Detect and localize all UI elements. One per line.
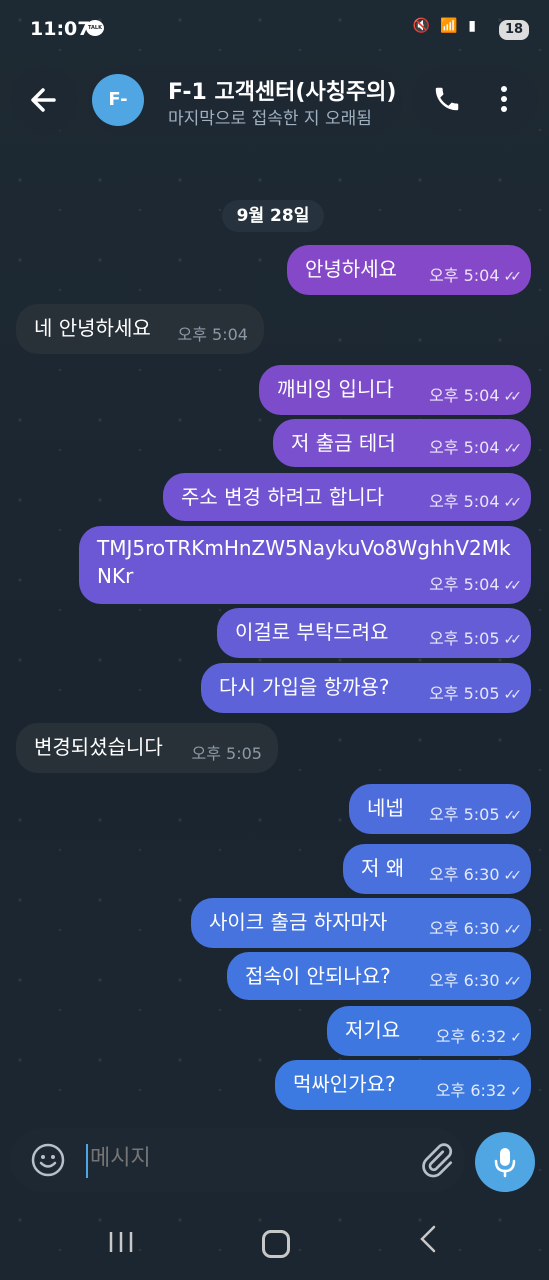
message-time: 오후 6:32 [435,1027,507,1046]
recent-apps-icon[interactable] [108,1230,134,1254]
message-meta: 오후 5:05 ✓✓ [429,625,523,649]
message-meta: 오후 5:04 ✓✓ [429,382,523,406]
paperclip-icon[interactable] [418,1142,454,1178]
message-text: 이걸로 부탁드려요 [235,620,389,644]
battery-icon: 18 [499,20,529,40]
microphone-button[interactable] [475,1132,535,1192]
kakaotalk-notification-icon: TALK [86,20,104,36]
message-meta: 오후 6:30 ✓✓ [429,967,523,991]
message-bubble[interactable]: 이걸로 부탁드려요 오후 5:05 ✓✓ [217,608,531,658]
message-text: 저 출금 테더 [291,431,396,455]
message-bubble[interactable]: 먹싸인가요? 오후 6:32 ✓ [275,1060,531,1110]
read-checks-icon: ✓✓ [503,269,523,285]
microphone-icon [494,1148,516,1178]
message-input[interactable] [90,1146,390,1171]
avatar: F- [92,74,144,126]
system-navigation-bar [0,1210,549,1280]
chat-last-seen: 마지막으로 접속한 지 오래됨 [168,109,372,129]
message-text: 먹싸인가요? [293,1072,396,1096]
message-text: 깨비잉 입니다 [277,377,394,401]
message-text: 저 왜 [361,856,405,880]
header-actions [412,66,538,134]
chat-title: F-1 고객센터(사칭주의) [168,80,397,105]
message-meta: 오후 6:30 ✓✓ [429,861,523,885]
message-composer [10,1128,465,1192]
message-bubble[interactable]: 네넵 오후 5:05 ✓✓ [349,784,531,834]
message-meta: 오후 5:05 ✓✓ [429,680,523,704]
read-checks-icon: ✓✓ [503,868,523,884]
message-meta: 오후 6:32 ✓ [435,1023,522,1047]
more-vertical-icon[interactable] [494,84,514,114]
message-time: 오후 5:04 [429,438,500,457]
message-text: 접속이 안되나요? [245,964,391,988]
read-checks-icon: ✓✓ [503,578,523,594]
message-bubble[interactable]: 저기요 오후 6:32 ✓ [327,1006,531,1056]
read-checks-icon: ✓✓ [503,687,523,703]
chat-info-button[interactable]: F- F-1 고객센터(사칭주의) 마지막으로 접속한 지 오래됨 [88,66,402,134]
message-bubble[interactable]: 접속이 안되나요? 오후 6:30 ✓✓ [227,952,531,1000]
read-checks-icon: ✓✓ [503,389,523,405]
message-meta: 오후 5:05 ✓✓ [429,801,523,825]
message-time: 오후 6:30 [429,919,500,938]
message-time: 오후 5:04 [429,386,500,405]
message-text: 사이크 출금 하자마자 [209,910,388,934]
message-time: 오후 5:05 [429,805,500,824]
status-icons: 🔇 📶 ▮ [413,18,480,34]
status-time: 11:07 [30,18,91,40]
message-meta: 오후 5:04 ✓✓ [429,262,523,286]
message-bubble[interactable]: 사이크 출금 하자마자 오후 6:30 ✓✓ [191,898,531,948]
message-time: 오후 5:05 [429,684,500,703]
back-button[interactable] [10,66,78,134]
read-check-icon: ✓ [510,1084,522,1100]
message-bubble[interactable]: 주소 변경 하려고 합니다 오후 5:04 ✓✓ [163,473,531,521]
message-time: 오후 5:04 [177,325,248,344]
message-text: 네넵 [367,796,404,820]
message-text: 변경되셨습니다 [34,735,163,759]
message-bubble[interactable]: 변경되셨습니다 오후 5:05 [16,723,278,773]
message-bubble[interactable]: 저 출금 테더 오후 5:04 ✓✓ [273,419,531,467]
message-time: 오후 5:04 [429,575,500,594]
message-bubble[interactable]: 저 왜 오후 6:30 ✓✓ [343,844,531,894]
message-text: 안녕하세요 [305,257,397,281]
read-checks-icon: ✓✓ [503,632,523,648]
message-bubble[interactable]: 안녕하세요 오후 5:04 ✓✓ [287,245,531,295]
message-text: 네 안녕하세요 [34,316,151,340]
message-meta: 오후 6:32 ✓ [435,1077,522,1101]
message-time: 오후 5:04 [429,266,500,285]
read-checks-icon: ✓✓ [503,974,523,990]
message-bubble[interactable]: 깨비잉 입니다 오후 5:04 ✓✓ [259,365,531,415]
text-caret [86,1144,88,1178]
message-text: 저기요 [345,1018,401,1042]
read-checks-icon: ✓✓ [503,495,523,511]
message-time: 오후 6:30 [429,865,500,884]
message-time: 오후 5:05 [191,744,262,763]
message-meta: 오후 5:04 ✓✓ [429,488,523,512]
read-checks-icon: ✓✓ [503,922,523,938]
message-time: 오후 5:04 [429,492,500,511]
wifi-icon: 📶 [440,18,461,34]
message-time: 오후 6:30 [429,971,500,990]
emoji-icon[interactable] [30,1142,66,1178]
message-time: 오후 6:32 [435,1081,507,1100]
home-icon[interactable] [262,1230,290,1258]
system-back-icon[interactable] [418,1224,438,1254]
signal-icon: ▮ [468,18,479,34]
mute-icon: 🔇 [412,18,433,34]
message-meta: 오후 5:04 ✓✓ [429,434,523,458]
message-meta: 오후 5:04 ✓✓ [429,571,523,595]
date-separator: 9월 28일 [222,200,324,232]
read-checks-icon: ✓✓ [503,808,523,824]
message-meta: 오후 6:30 ✓✓ [429,915,523,939]
read-check-icon: ✓ [510,1030,522,1046]
message-text: 주소 변경 하려고 합니다 [181,485,385,509]
phone-icon[interactable] [432,84,462,114]
back-arrow-icon [31,88,56,112]
message-text: 다시 가입을 항까용? [219,675,390,699]
message-bubble[interactable]: 다시 가입을 항까용? 오후 5:05 ✓✓ [201,663,531,713]
read-checks-icon: ✓✓ [503,441,523,457]
message-bubble[interactable]: 네 안녕하세요 오후 5:04 [16,304,264,354]
message-bubble[interactable]: TMJ5roTRKmHnZW5NaykuVo8WghhV2MkNKr 오후 5:… [79,526,531,604]
status-bar: 11:07 TALK 🔇 📶 ▮ 18 [0,0,549,60]
message-time: 오후 5:05 [429,629,500,648]
